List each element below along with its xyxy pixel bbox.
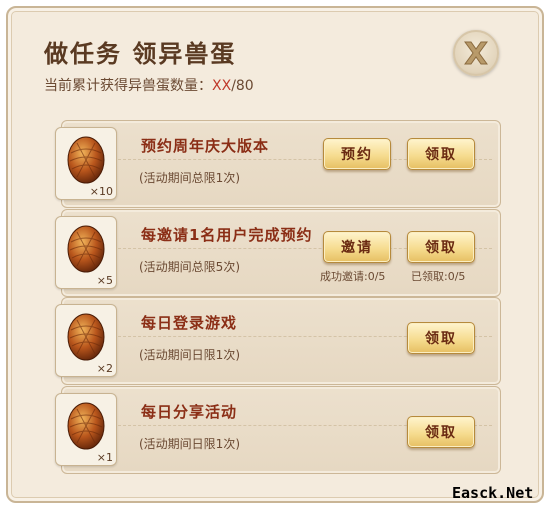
egg-progress-label: 当前累计获得异兽蛋数量：: [44, 78, 212, 94]
claim-button[interactable]: 领取: [407, 322, 475, 354]
claim-button[interactable]: 领取: [407, 416, 475, 448]
reward-count: ×10: [89, 185, 113, 198]
task-name: 预约周年庆大版本: [141, 137, 270, 155]
task-limit: (活动期间总限1次): [139, 171, 240, 185]
dragon-egg-icon: [67, 402, 105, 450]
reward-slot: ×5: [55, 216, 117, 289]
close-button[interactable]: [453, 30, 499, 76]
invite-button[interactable]: 邀请: [323, 231, 391, 263]
close-x-icon: [464, 41, 488, 65]
reward-count: ×1: [96, 451, 113, 464]
task-name: 每日登录游戏: [141, 314, 238, 332]
task-card-reserve: ×10 预约周年庆大版本 (活动期间总限1次) 预约 领取: [55, 120, 501, 208]
task-name: 每日分享活动: [141, 403, 238, 421]
egg-progress-total: /80: [231, 78, 254, 94]
reward-slot: ×10: [55, 127, 117, 200]
invite-progress: 成功邀请:0/5: [320, 270, 386, 283]
dragon-egg-icon: [67, 225, 105, 273]
reward-count: ×2: [96, 362, 113, 375]
egg-progress-current: XX: [212, 78, 232, 94]
claim-progress: 已领取:0/5: [411, 270, 466, 283]
reserve-button[interactable]: 预约: [323, 138, 391, 170]
dragon-egg-icon: [67, 313, 105, 361]
reward-count: ×5: [96, 274, 113, 287]
task-name: 每邀请1名用户完成预约: [141, 226, 313, 244]
claim-button[interactable]: 领取: [407, 231, 475, 263]
task-limit: (活动期间总限5次): [139, 260, 240, 274]
task-card-daily-login: ×2 每日登录游戏 (活动期间日限1次) 领取: [55, 297, 501, 385]
watermark: Easck.Net: [452, 484, 534, 502]
claim-button[interactable]: 领取: [407, 138, 475, 170]
egg-progress: 当前累计获得异兽蛋数量：XX/80: [44, 75, 254, 95]
task-limit: (活动期间日限1次): [139, 348, 240, 362]
panel-title: 做任务 领异兽蛋: [44, 40, 237, 68]
task-card-daily-share: ×1 每日分享活动 (活动期间日限1次) 领取: [55, 386, 501, 474]
task-card-invite: ×5 每邀请1名用户完成预约 (活动期间总限5次) 邀请 领取 成功邀请:0/5…: [55, 209, 501, 297]
task-limit: (活动期间日限1次): [139, 437, 240, 451]
dragon-egg-icon: [67, 136, 105, 184]
reward-slot: ×2: [55, 304, 117, 377]
reward-slot: ×1: [55, 393, 117, 466]
